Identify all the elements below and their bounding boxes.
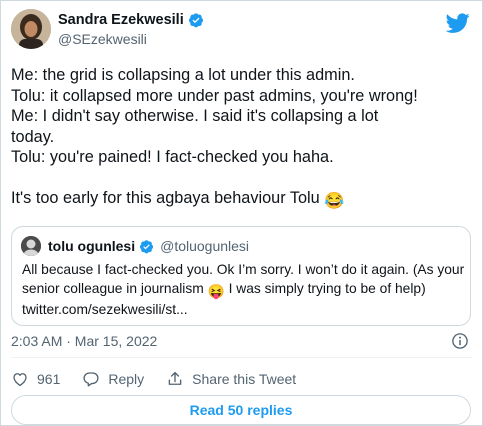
author-avatar[interactable] [11, 9, 51, 49]
heart-icon [13, 373, 27, 387]
quoted-author-row: tolu ogunlesi @toluogunlesi [48, 238, 249, 254]
quoted-tweet-line: senior colleague in journalism 😝 I was s… [22, 280, 467, 302]
tweet-line: Tolu: it collapsed more under past admin… [11, 86, 418, 105]
quoted-tweet-body: All because I fact-checked you. Ok I’m s… [22, 261, 467, 320]
speech-bubble-icon [83, 372, 99, 387]
divider [11, 357, 472, 358]
tweet-line: Tolu: you're pained! I fact-checked you … [11, 148, 334, 166]
tongue-wink-emoji: 😝 [207, 283, 225, 299]
tweet-actions: 961 Reply Share this Tweet [11, 370, 318, 388]
reply-label: Reply [108, 371, 145, 387]
author-name-row[interactable]: Sandra Ezekwesili [58, 12, 204, 28]
share-button[interactable]: Share this Tweet [166, 370, 296, 388]
quoted-tweet-line: All because I fact-checked you. Ok I’m s… [22, 262, 465, 277]
reply-button[interactable]: Reply [82, 370, 144, 388]
like-count: 961 [37, 371, 61, 387]
tweet-timestamp[interactable]: 2:03 AM · Mar 15, 2022 [11, 333, 157, 349]
tweet-closing-text: It's too early for this agbaya behaviour… [11, 189, 325, 207]
quoted-tweet[interactable]: tolu ogunlesi @toluogunlesi All because … [11, 226, 471, 326]
like-button[interactable]: 961 [11, 370, 60, 388]
quoted-author-name: tolu ogunlesi [48, 238, 136, 254]
tweet-line: Me: the grid is collapsing a lot under t… [11, 66, 355, 84]
tweet-line: today. [11, 127, 55, 146]
quoted-author-handle: @toluogunlesi [160, 238, 250, 254]
verified-badge-icon [139, 239, 154, 254]
tweet-line: Me: I didn't say otherwise. I said it's … [11, 107, 379, 125]
twitter-bird-icon[interactable] [446, 11, 470, 35]
share-arrow-icon [168, 371, 182, 385]
tweet-body: Me: the grid is collapsing a lot under t… [11, 65, 477, 212]
quoted-text-fragment: I was simply trying to be of help) [224, 280, 426, 296]
author-display-name[interactable]: Sandra Ezekwesili [58, 12, 184, 28]
tweet-closing-line: It's too early for this agbaya behaviour… [11, 188, 477, 212]
quoted-author-avatar [21, 236, 41, 256]
share-label: Share this Tweet [192, 371, 297, 387]
tears-of-joy-emoji: 😂 [324, 192, 345, 210]
quoted-tweet-link: twitter.com/sezekwesili/st... [22, 302, 188, 317]
info-icon[interactable] [451, 332, 469, 350]
tweet-card: Sandra Ezekwesili @SEzekwesili Me: the g… [0, 0, 483, 426]
author-handle[interactable]: @SEzekwesili [58, 31, 147, 47]
read-replies-button[interactable]: Read 50 replies [11, 395, 471, 425]
verified-badge-icon [188, 12, 204, 28]
quoted-text-fragment: senior colleague in journalism [22, 280, 208, 296]
